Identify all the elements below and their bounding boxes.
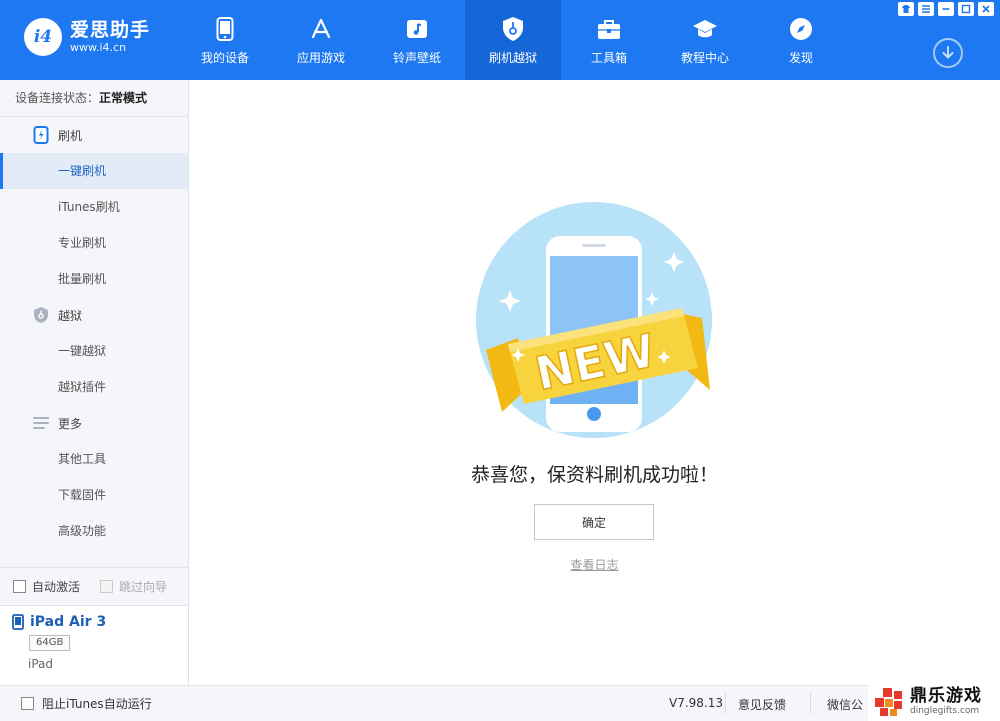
menu-icon[interactable]	[918, 2, 934, 16]
divider	[810, 692, 811, 714]
block-itunes-checkbox[interactable]	[21, 697, 34, 710]
device-info[interactable]: iPad Air 3 64GB iPad	[0, 605, 188, 685]
storage-badge: 64GB	[29, 635, 71, 651]
sidebar-group-label: 更多	[58, 416, 83, 431]
auto-activate-option[interactable]: 自动激活	[13, 578, 80, 595]
maximize-icon[interactable]	[958, 2, 974, 16]
wechat-link[interactable]: 微信公	[827, 696, 863, 713]
view-log-link[interactable]: 查看日志	[189, 556, 1000, 573]
nav-ringtones-wallpapers[interactable]: 铃声壁纸	[369, 0, 465, 80]
minimize-icon[interactable]	[938, 2, 954, 16]
auto-activate-label: 自动激活	[32, 580, 81, 594]
sidebar-item-batch-flash[interactable]: 批量刷机	[0, 261, 188, 297]
connection-status-value: 正常模式	[99, 91, 148, 105]
skip-guide-option: 跳过向导	[100, 578, 167, 595]
confirm-button[interactable]: 确定	[534, 504, 654, 540]
nav-label: 应用游戏	[296, 50, 345, 65]
feedback-link[interactable]: 意见反馈	[738, 696, 786, 713]
nav-label: 刷机越狱	[488, 50, 537, 65]
sidebar-item-one-click-flash[interactable]: 一键刷机	[0, 153, 188, 189]
compass-icon	[787, 15, 815, 43]
watermark-url: dinglegifts.com	[910, 705, 980, 716]
nav-my-device[interactable]: 我的设备	[177, 0, 273, 80]
music-icon	[403, 15, 431, 43]
divider	[725, 692, 726, 714]
status-bar: 阻止iTunes自动运行 V7.98.13 意见反馈 微信公	[0, 685, 1000, 721]
sidebar-group-more[interactable]: 更多	[0, 405, 188, 441]
sidebar-item-other-tools[interactable]: 其他工具	[0, 441, 188, 477]
skin-icon[interactable]	[898, 2, 914, 16]
sidebar-item-pro-flash[interactable]: 专业刷机	[0, 225, 188, 261]
app-store-icon	[307, 15, 335, 43]
sidebar-item-one-click-jailbreak[interactable]: 一键越狱	[0, 333, 188, 369]
logo-title: 爱思助手	[70, 19, 151, 41]
tablet-icon	[12, 614, 24, 630]
skip-guide-label: 跳过向导	[119, 580, 168, 594]
sidebar-item-itunes-flash[interactable]: iTunes刷机	[0, 189, 188, 225]
close-icon[interactable]	[978, 2, 994, 16]
flash-phone-icon	[32, 126, 50, 144]
toolbox-icon	[595, 15, 623, 43]
top-bar: i4 爱思助手 www.i4.cn 我的设备 应用游戏 铃声壁纸 刷机越狱 工具…	[0, 0, 1000, 80]
connection-status-label: 设备连接状态：	[15, 91, 100, 105]
sidebar-item-download-firmware[interactable]: 下载固件	[0, 477, 188, 513]
sidebar: 设备连接状态：正常模式 刷机 一键刷机 iTunes刷机 专业刷机 批量刷机 越…	[0, 80, 189, 685]
watermark: 鼎乐游戏 dinglegifts.com	[868, 682, 1000, 721]
nav-discover[interactable]: 发现	[753, 0, 849, 80]
nav-label: 铃声壁纸	[392, 50, 441, 65]
nav-label: 工具箱	[590, 50, 627, 65]
logo-mark: i4	[24, 18, 62, 56]
skip-guide-checkbox	[100, 580, 114, 593]
connection-status: 设备连接状态：正常模式	[0, 80, 188, 117]
nav-flash-jailbreak[interactable]: 刷机越狱	[465, 0, 561, 80]
app-logo: i4 爱思助手 www.i4.cn	[24, 18, 150, 56]
block-itunes-label: 阻止iTunes自动运行	[42, 697, 152, 711]
phone-icon	[211, 15, 239, 43]
nav-label: 我的设备	[200, 50, 249, 65]
nav-apps-games[interactable]: 应用游戏	[273, 0, 369, 80]
device-type: iPad	[28, 657, 54, 671]
nav-label: 发现	[788, 50, 813, 65]
sidebar-group-jailbreak[interactable]: 越狱	[0, 297, 188, 333]
auto-activate-checkbox[interactable]	[13, 580, 26, 593]
device-name: iPad Air 3	[30, 614, 107, 630]
sidebar-group-label: 越狱	[58, 308, 83, 323]
sidebar-item-advanced[interactable]: 高级功能	[0, 513, 188, 549]
auto-options-row: 自动激活 跳过向导	[0, 567, 188, 605]
success-illustration: NEW	[474, 200, 714, 440]
nav-toolbox[interactable]: 工具箱	[561, 0, 657, 80]
main-nav: 我的设备 应用游戏 铃声壁纸 刷机越狱 工具箱 教程中心 发现	[177, 0, 849, 80]
nav-label: 教程中心	[680, 50, 729, 65]
graduation-cap-icon	[691, 15, 719, 43]
block-itunes-option[interactable]: 阻止iTunes自动运行	[0, 695, 152, 712]
version-label: V7.98.13	[669, 696, 724, 710]
sidebar-group-label: 刷机	[58, 128, 83, 143]
nav-tutorials[interactable]: 教程中心	[657, 0, 753, 80]
sidebar-group-flash[interactable]: 刷机	[0, 117, 188, 153]
logo-url: www.i4.cn	[70, 41, 127, 54]
jailbreak-shield-icon	[32, 306, 50, 324]
success-message: 恭喜您，保资料刷机成功啦！	[470, 464, 718, 486]
download-icon[interactable]	[933, 38, 963, 68]
watermark-logo-icon	[875, 687, 902, 716]
window-controls	[898, 2, 994, 16]
sidebar-item-jailbreak-plugins[interactable]: 越狱插件	[0, 369, 188, 405]
menu-lines-icon	[32, 414, 50, 432]
main-content: NEW 恭喜您，保资料刷机成功啦！ 确定 查看日志	[189, 80, 1000, 685]
shield-icon	[499, 15, 527, 43]
watermark-title: 鼎乐游戏	[910, 685, 982, 706]
